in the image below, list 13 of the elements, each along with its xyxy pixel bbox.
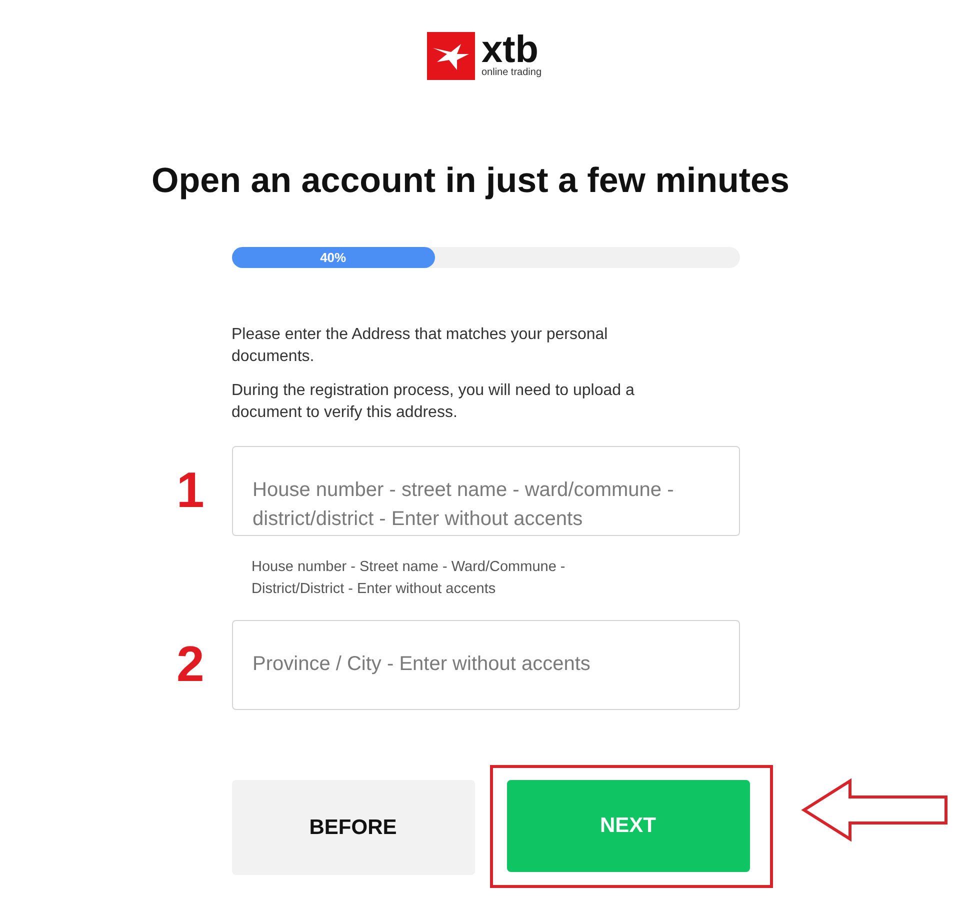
- instruction-text: During the registration process, you will need to upload a document to verify this address.: [232, 381, 636, 423]
- page-title: Open an account in just a few minutes: [152, 160, 790, 202]
- hint-text: House number - Street name - Ward/Commune - District/District - Enter without accents: [250, 558, 566, 599]
- instruction-text: Please enter the Address that matches your personal documents.: [232, 325, 609, 367]
- step-number: 2: [176, 635, 204, 694]
- progress-label: 40%: [320, 250, 346, 265]
- step-number: 1: [176, 461, 204, 520]
- logo-tagline: online trading: [481, 68, 542, 78]
- back-button[interactable]: BEFORE: [232, 780, 474, 875]
- input-field[interactable]: House number - street name - ward/commune - district/district - Enter without accents: [232, 446, 740, 536]
- logo-icon: [427, 32, 476, 80]
- input-field[interactable]: Province / City - Enter without accents: [232, 620, 740, 710]
- logo-name: xtb: [481, 34, 538, 66]
